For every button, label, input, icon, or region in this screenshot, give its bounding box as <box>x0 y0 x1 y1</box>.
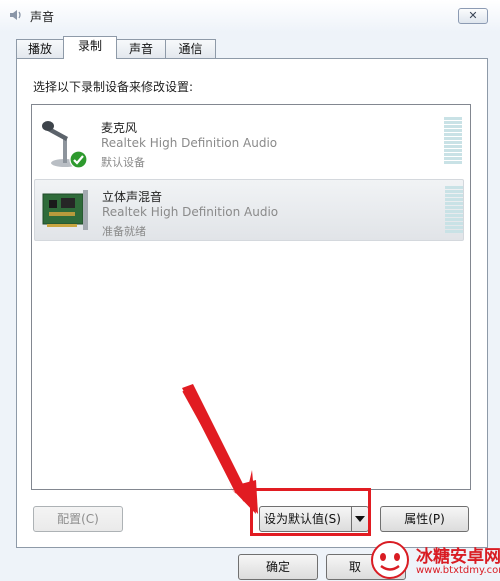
tab-communications[interactable]: 通信 <box>165 39 216 58</box>
tab-recording[interactable]: 录制 <box>63 36 117 59</box>
close-icon: ✕ <box>468 9 478 22</box>
device-driver: Realtek High Definition Audio <box>102 205 279 219</box>
device-item-microphone[interactable]: 麦克风 Realtek High Definition Audio 默认设备 <box>34 111 464 173</box>
tab-bar: 播放 录制 声音 通信 <box>16 36 486 59</box>
device-list[interactable]: 麦克风 Realtek High Definition Audio 默认设备 立… <box>31 104 471 490</box>
ok-button[interactable]: 确定 <box>238 554 318 580</box>
watermark-title: 冰糖安卓网 <box>416 547 500 567</box>
watermark-logo-icon <box>371 541 409 579</box>
highlight-box <box>250 488 371 536</box>
watermark: 冰糖安卓网 www.btxtdmy.com <box>362 540 500 581</box>
tab-playback[interactable]: 播放 <box>16 39 64 58</box>
device-status: 准备就绪 <box>102 225 146 238</box>
properties-button[interactable]: 属性(P) <box>380 506 469 532</box>
title-bar: 声音 ✕ <box>0 0 500 32</box>
sound-card-icon <box>42 190 88 230</box>
device-driver: Realtek High Definition Audio <box>101 136 278 150</box>
sound-dialog: 声音 ✕ 播放 录制 声音 通信 选择以下录制设备来修改设置: 麦克风 Real… <box>0 0 500 581</box>
device-status: 默认设备 <box>101 156 145 169</box>
watermark-url: www.btxtdmy.com <box>416 565 500 576</box>
level-meter-icon <box>444 117 462 164</box>
close-button[interactable]: ✕ <box>458 8 488 24</box>
configure-button[interactable]: 配置(C) <box>33 506 123 532</box>
default-check-icon <box>69 150 88 169</box>
device-item-stereo-mix[interactable]: 立体声混音 Realtek High Definition Audio 准备就绪 <box>34 179 464 241</box>
speaker-icon <box>10 10 21 20</box>
device-name: 麦克风 <box>101 121 138 135</box>
tab-sounds[interactable]: 声音 <box>116 39 166 58</box>
device-name: 立体声混音 <box>102 190 163 204</box>
window-title: 声音 <box>30 10 55 24</box>
level-meter-icon <box>445 186 463 233</box>
instruction-text: 选择以下录制设备来修改设置: <box>33 80 194 94</box>
